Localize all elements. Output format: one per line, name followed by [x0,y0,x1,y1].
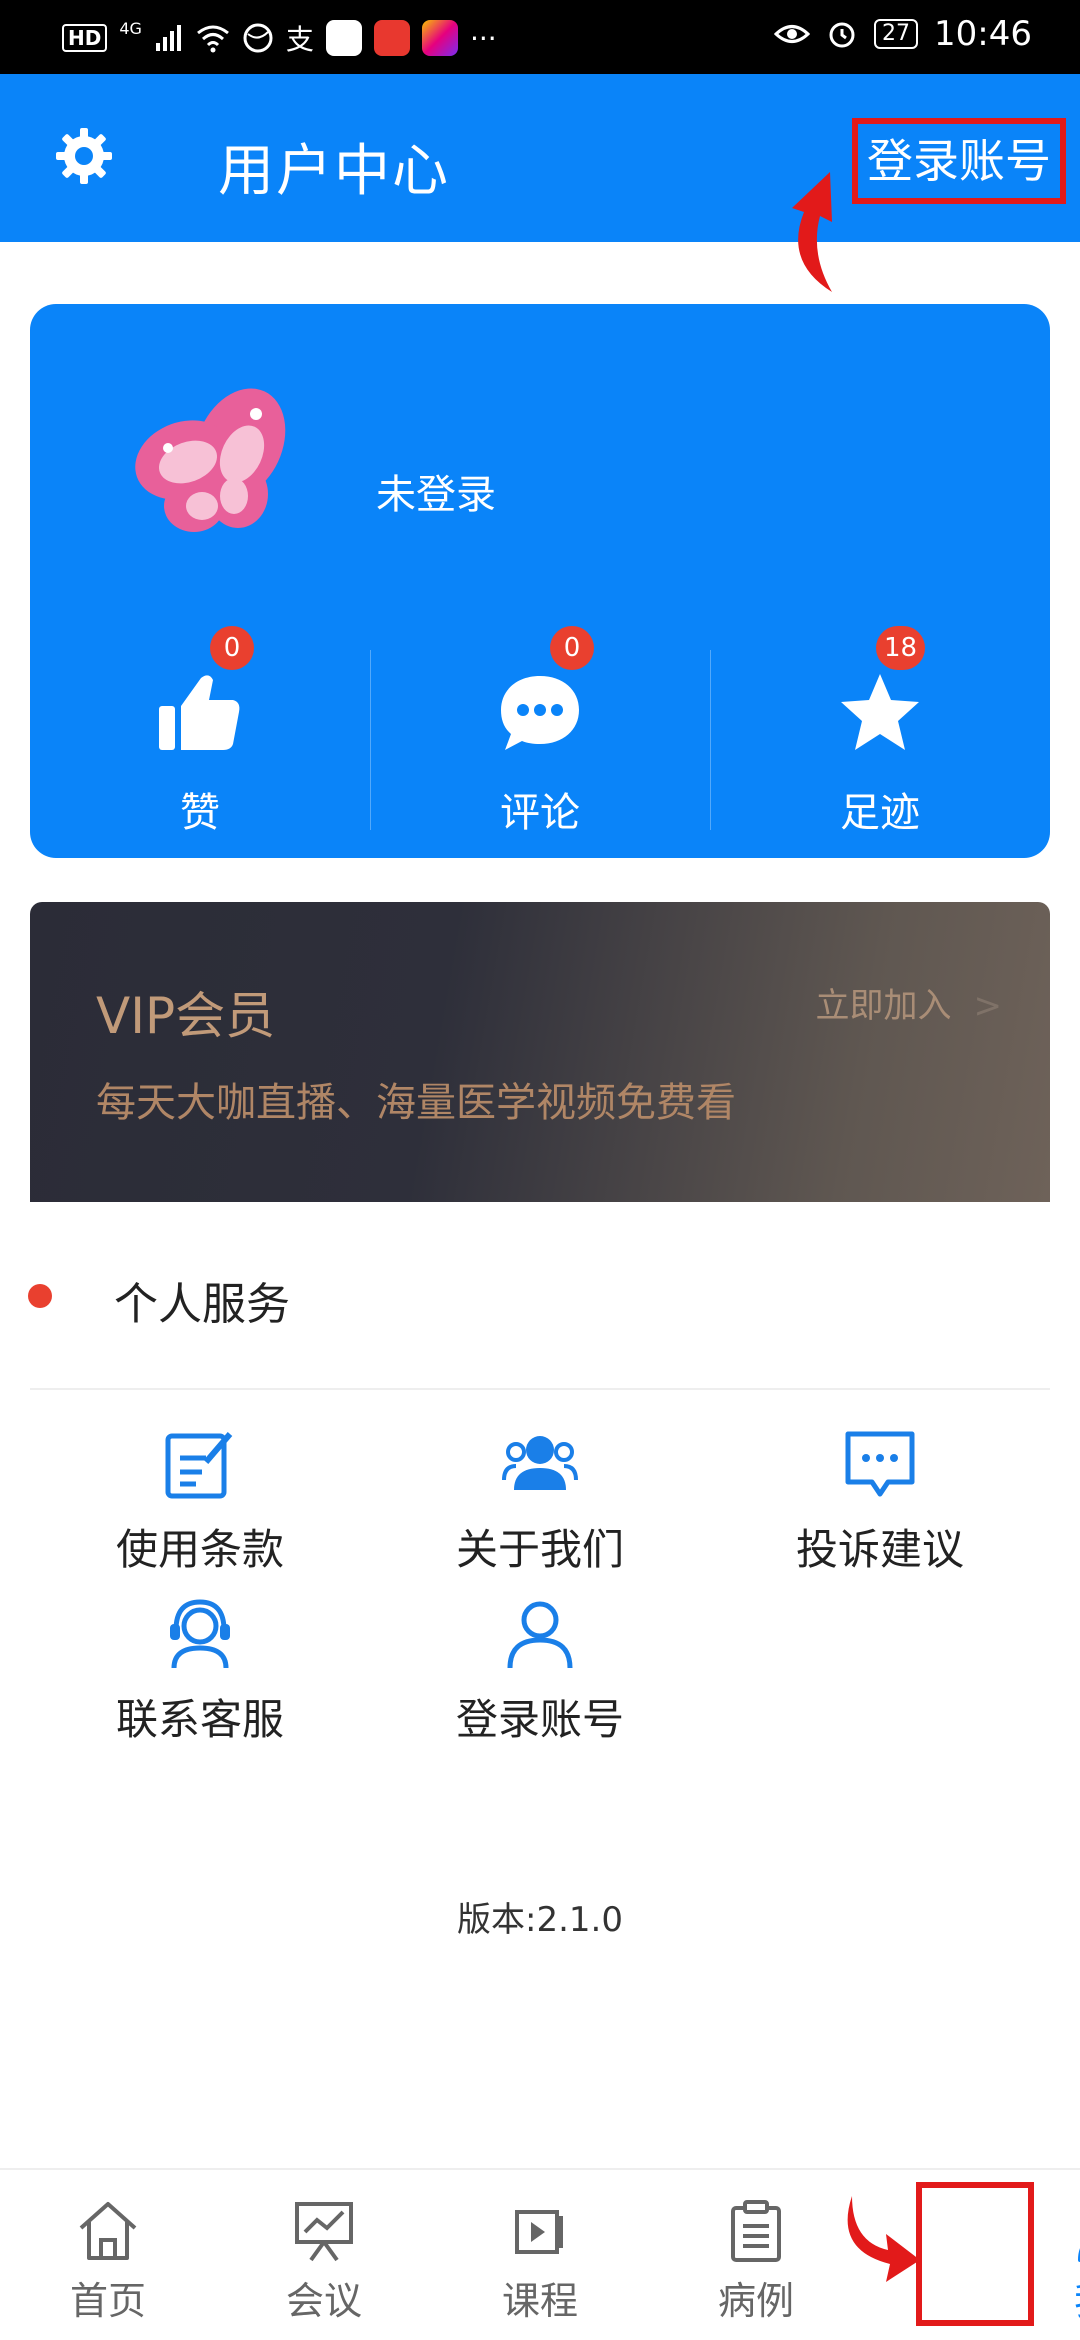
divider [30,1388,1050,1390]
vip-title: VIP会员 [96,987,276,1045]
tab-highlight-box [916,2182,1034,2326]
service-support[interactable]: 联系客服 [30,1596,370,1756]
likes-label: 赞 [180,790,220,836]
chevron-right-icon: > [973,986,1003,1026]
stat-likes[interactable]: 0 赞 [30,626,370,850]
tab-courses-label: 课程 [501,2279,578,2323]
tab-courses[interactable]: 课程 [432,2170,648,2340]
home-icon [79,2202,137,2260]
battery-indicator: 27 [874,19,919,49]
service-support-label: 联系客服 [115,1695,284,1744]
red-annotation-arrow-icon [847,2196,920,2282]
user-stats: 0 赞 0 评论 18 足迹 [30,626,1050,850]
alarm-icon [829,22,855,48]
tab-home[interactable]: 首页 [0,2170,216,2340]
stat-comments[interactable]: 0 评论 [370,626,710,850]
services-title: 个人服务 [114,1279,290,1330]
login-status[interactable]: 未登录 [376,462,496,520]
status-right: 27 10:46 [774,14,1032,54]
section-dot-icon [28,1284,52,1308]
vip-banner[interactable]: VIP会员 立即加入 > 每天大咖直播、海量医学视频免费看 [30,902,1050,1202]
service-terms-label: 使用条款 [115,1525,284,1574]
app-header: 用户中心 登录账号 [0,74,1080,292]
status-left: HD 4G 支 ··· [62,18,497,58]
likes-badge: 0 [210,626,254,670]
star-icon [841,674,919,750]
thumbs-up-icon [159,675,240,750]
tab-home-label: 首页 [69,2279,146,2323]
app-icon-video [421,20,458,56]
service-feedback-label: 投诉建议 [795,1525,964,1574]
wifi-icon [196,25,229,53]
clipboard-icon [731,2200,781,2262]
network-indicator: 4G [119,18,142,38]
edit-document-icon [165,1432,233,1499]
footprints-label: 足迹 [840,790,920,836]
tab-meetings[interactable]: 会议 [216,2170,432,2340]
more-notifications: ··· [469,21,497,55]
presentation-icon [295,2202,353,2262]
vip-join-button[interactable]: 立即加入 > [816,978,1003,1027]
vip-subtitle: 每天大咖直播、海量医学视频免费看 [96,1080,736,1126]
user-icon [507,1601,573,1669]
service-about-label: 关于我们 [455,1525,624,1574]
header-login-button[interactable]: 登录账号 [852,118,1066,204]
app-icon-red-ribbon [325,20,362,56]
services-header: 个人服务 [0,1260,1080,1330]
version-text: 版本:2.1.0 [457,1900,623,1940]
red-annotation-arrow-icon [792,172,832,292]
comment-icon [501,676,579,750]
vip-join-label: 立即加入 [815,986,952,1026]
alipay-icon: 支 [285,23,314,56]
user-card: 未登录 0 赞 0 评论 18 足迹 [30,304,1050,858]
stat-footprints[interactable]: 18 足迹 [710,626,1050,850]
tab-cases[interactable]: 病例 [648,2170,864,2340]
tab-meetings-label: 会议 [285,2279,362,2323]
comments-badge: 0 [550,626,594,670]
service-terms[interactable]: 使用条款 [30,1426,370,1586]
signal-icon [155,25,181,51]
comments-label: 评论 [500,790,580,836]
footprints-badge: 18 [876,626,926,670]
service-login[interactable]: 登录账号 [370,1596,710,1756]
video-icon [515,2210,563,2254]
customer-service-icon [170,1599,230,1669]
service-about[interactable]: 关于我们 [370,1426,710,1586]
page-title: 用户中心 [218,139,450,204]
status-bar: HD 4G 支 ··· 27 10:46 [0,0,1080,74]
app-icon-news [373,20,410,56]
hd-indicator: HD [62,24,108,52]
clock: 10:46 [934,14,1032,54]
service-login-label: 登录账号 [455,1695,624,1744]
butterfly-avatar[interactable] [122,374,312,554]
feedback-icon [845,1431,915,1497]
eye-comfort-icon [774,25,811,43]
tab-cases-label: 病例 [717,2279,794,2323]
browser-icon [243,23,273,53]
settings-gear-icon[interactable] [52,124,116,188]
service-feedback[interactable]: 投诉建议 [710,1426,1050,1586]
user-icon [1078,2248,1080,2262]
group-icon [502,1436,578,1490]
